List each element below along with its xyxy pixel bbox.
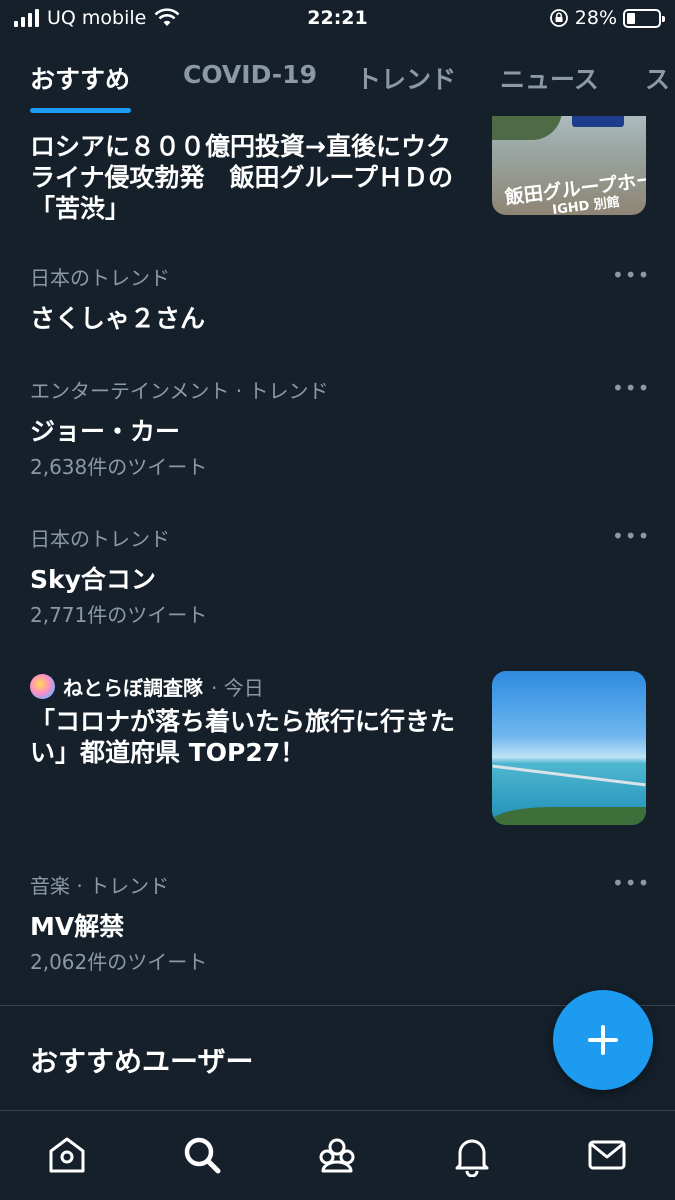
tab-for-you[interactable]: おすすめ [30,60,130,96]
bottom-navigation [0,1110,675,1200]
tweet-count: 2,771件のツイート [30,603,208,627]
trend-name: さくしゃ２さん [30,304,206,333]
trend-context: 日本のトレンド [30,527,170,551]
more-options-icon[interactable]: ••• [612,873,649,896]
battery-icon [623,8,665,28]
article-headline: 「コロナが落ち着いたら旅行に行きたい」都道府県 TOP27！ [30,707,456,767]
more-options-icon[interactable]: ••• [612,526,649,549]
article-source: ねとらぼ調査隊 · 今日 [30,672,264,701]
explore-tabs: おすすめ COVID-19 トレンド ニュース ス [0,40,675,116]
home-icon[interactable] [45,1133,89,1177]
messages-icon[interactable] [585,1133,629,1177]
source-name: ねとらぼ調査隊 [63,676,203,700]
communities-icon[interactable] [315,1133,359,1177]
rotation-lock-icon [549,9,568,27]
trend-context: エンターテインメント · トレンド [30,379,329,403]
trend-item[interactable]: エンターテインメント · トレンド ジョー・カー 2,638件のツイート ••• [0,363,675,488]
compose-tweet-button[interactable] [553,990,653,1090]
tab-covid-19[interactable]: COVID-19 [183,60,317,89]
source-avatar [30,674,55,699]
trend-name: MV解禁 [30,912,125,941]
trend-name: ジョー・カー [30,417,181,446]
more-options-icon[interactable]: ••• [612,265,649,288]
notifications-icon[interactable] [450,1133,494,1178]
active-tab-indicator [30,108,131,113]
trend-item[interactable]: 音楽 · トレンド MV解禁 2,062件のツイート ••• [0,858,675,983]
tab-trending[interactable]: トレンド [356,60,456,96]
news-card[interactable]: ロシアに８００億円投資→直後にウクライナ侵攻勃発 飯田グループＨＤの「苦渋」 飯… [0,95,675,240]
article-thumbnail [492,671,646,825]
search-icon[interactable] [180,1133,224,1177]
tweet-count: 2,638件のツイート [30,455,208,479]
more-options-icon[interactable]: ••• [612,378,649,401]
trend-name: Sky合コン [30,565,156,594]
battery-percent: 28% [574,7,617,29]
tab-news[interactable]: ニュース [500,60,599,96]
who-to-follow-title: おすすめユーザー [30,1045,254,1078]
status-bar: UQ mobile 22:21 28% [0,0,675,40]
news-article[interactable]: ねとらぼ調査隊 · 今日 「コロナが落ち着いたら旅行に行きたい」都道府県 TOP… [0,660,675,830]
trend-context: 音楽 · トレンド [30,874,170,898]
trend-item[interactable]: 日本のトレンド さくしゃ２さん ••• [0,250,675,340]
tab-sports[interactable]: ス [645,60,670,96]
explore-screen: UQ mobile 22:21 28% ロシアに８００億円投資→直後にウクライナ… [0,0,675,1200]
article-time: · 今日 [211,676,264,700]
status-right: 28% [549,7,665,29]
trend-context: 日本のトレンド [30,266,170,290]
news-headline: ロシアに８００億円投資→直後にウクライナ侵攻勃発 飯田グループＨＤの「苦渋」 [30,132,454,223]
trend-item[interactable]: 日本のトレンド Sky合コン 2,771件のツイート ••• [0,511,675,636]
tweet-count: 2,062件のツイート [30,950,208,974]
